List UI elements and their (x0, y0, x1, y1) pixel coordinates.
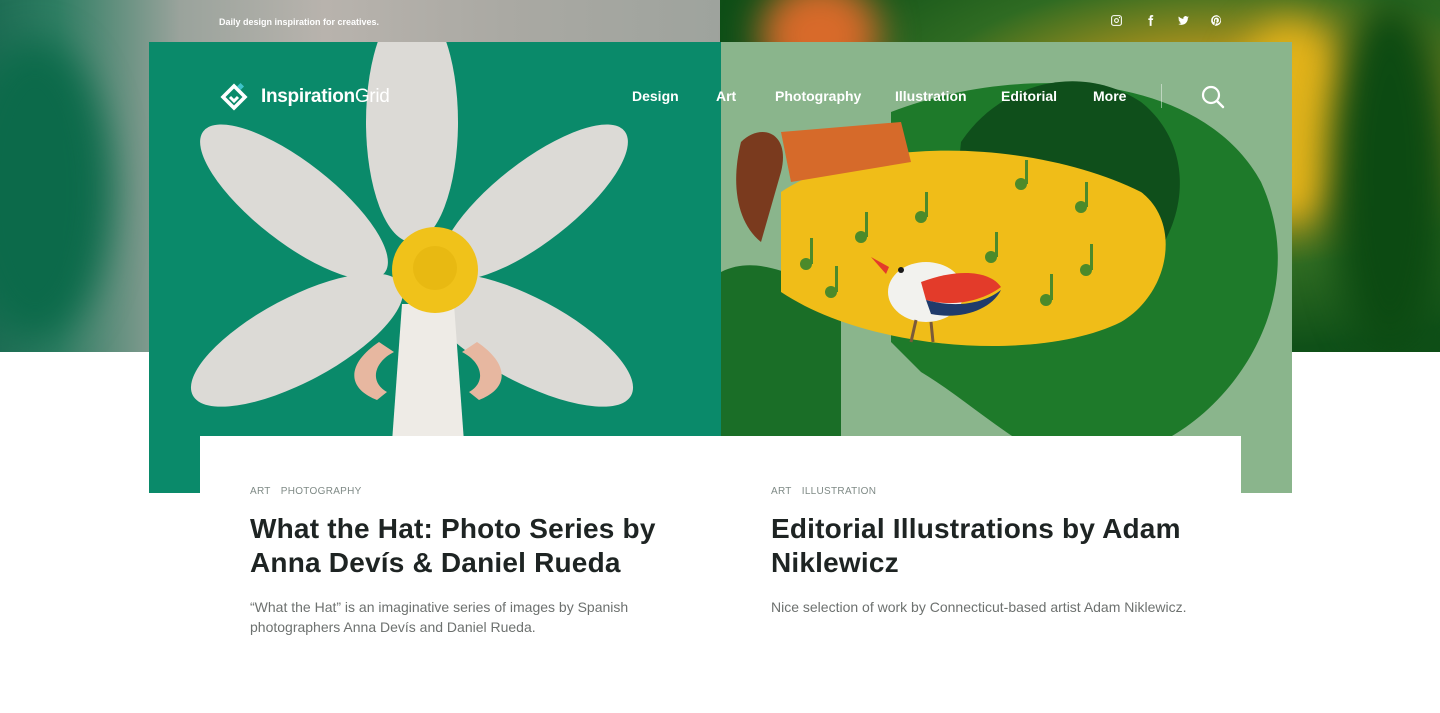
pinterest-icon[interactable] (1208, 12, 1224, 28)
site-name-light: Grid (354, 86, 390, 107)
post-card-what-the-hat[interactable]: ART PHOTOGRAPHY What the Hat: Photo Serie… (200, 436, 721, 713)
nav-art[interactable]: Art (716, 88, 736, 104)
nav-more[interactable]: More (1093, 88, 1126, 104)
nav-divider (1161, 84, 1162, 108)
post-title[interactable]: What the Hat: Photo Series by Anna Devís… (250, 512, 690, 580)
nav-design[interactable]: Design (632, 88, 679, 104)
site-name-bold: Inspiration (261, 86, 355, 107)
site-logo[interactable]: InspirationGrid (219, 82, 390, 112)
nav-illustration[interactable]: Illustration (895, 88, 967, 104)
instagram-icon[interactable] (1108, 12, 1124, 28)
site-tagline: Daily design inspiration for creatives. (219, 17, 380, 27)
nav-photography[interactable]: Photography (775, 88, 861, 104)
tag-photography[interactable]: PHOTOGRAPHY (281, 486, 362, 497)
search-icon[interactable] (1200, 84, 1226, 110)
post-excerpt: “What the Hat” is an imaginative series … (250, 599, 629, 635)
post-card-adam-niklewicz[interactable]: ART ILLUSTRATION Editorial Illustrations … (721, 436, 1241, 713)
logo-diamond-icon (220, 82, 248, 111)
site-name: InspirationGrid (261, 86, 390, 108)
tag-art[interactable]: ART (771, 486, 792, 497)
tag-art[interactable]: ART (250, 486, 271, 497)
twitter-icon[interactable] (1175, 12, 1191, 28)
facebook-icon[interactable] (1142, 12, 1158, 28)
background-blur-shape (1330, 0, 1440, 352)
post-tags: ART PHOTOGRAPHY (250, 486, 372, 497)
post-excerpt: Nice selection of work by Connecticut-ba… (771, 599, 1187, 615)
post-tags: ART ILLUSTRATION (771, 486, 886, 497)
nav-editorial[interactable]: Editorial (1001, 88, 1057, 104)
tag-illustration[interactable]: ILLUSTRATION (802, 486, 877, 497)
post-title[interactable]: Editorial Illustrations by Adam Niklewic… (771, 512, 1211, 580)
